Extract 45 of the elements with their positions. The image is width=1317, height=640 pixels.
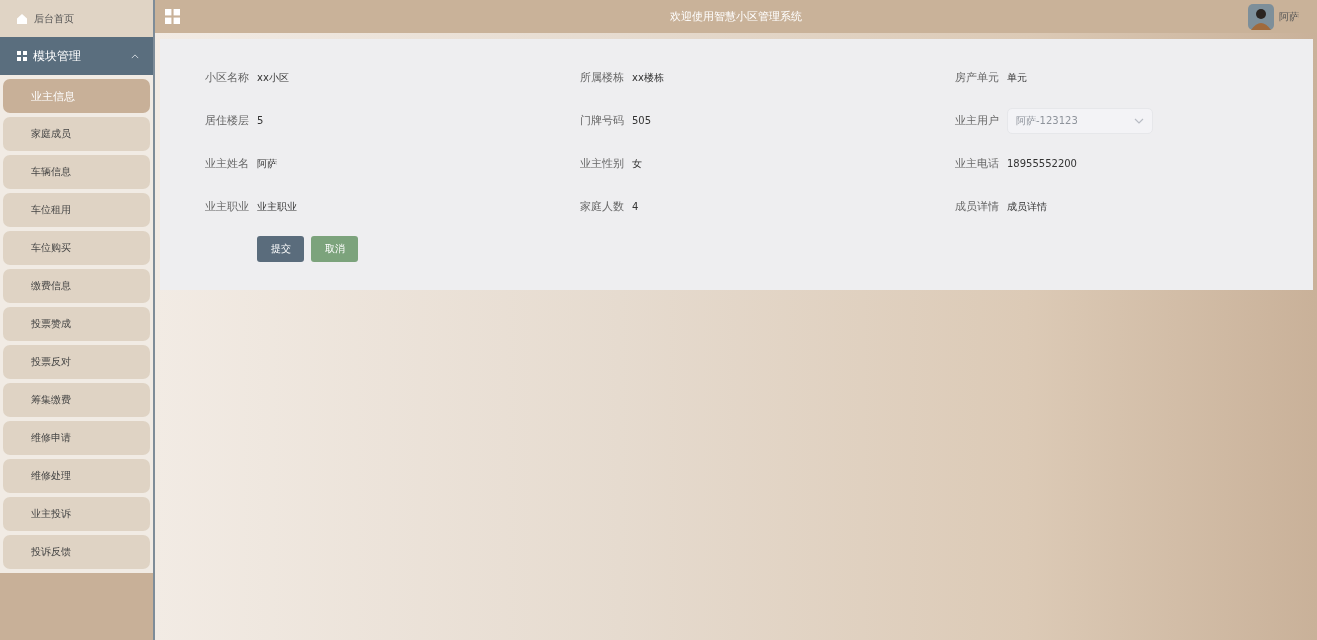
menu-group-header[interactable]: 模块管理 [0,37,153,75]
field-value: 18955552200 [1007,158,1077,169]
field-value: xx小区 [257,70,289,85]
home-icon [16,12,28,25]
field-value: 成员详情 [1007,199,1047,214]
field-label: 成员详情 [955,199,999,214]
avatar-icon[interactable] [1248,3,1274,30]
sidebar-item[interactable]: 投票反对 [3,345,150,379]
field-label: 业主电话 [955,156,999,171]
field-value: 505 [632,115,652,126]
sidebar-item[interactable]: 车位租用 [3,193,150,227]
page-title: 欢迎使用智慧小区管理系统 [670,9,802,24]
field-value: 4 [632,201,639,212]
field-label: 门牌号码 [580,113,624,128]
sidebar-item[interactable]: 缴费信息 [3,269,150,303]
sidebar-item[interactable]: 筹集缴费 [3,383,150,417]
user-name[interactable]: 阿萨 [1279,9,1299,24]
sidebar-item[interactable]: 车位购买 [3,231,150,265]
sidebar-item[interactable]: 投诉反馈 [3,535,150,569]
grid-icon [17,51,27,61]
sidebar-item[interactable]: 业主投诉 [3,497,150,531]
home-menu-item[interactable]: 后台首页 [0,0,153,37]
caret-icon [131,53,139,59]
field-label: 房产单元 [955,70,999,85]
field-label: 小区名称 [205,70,249,85]
sidebar-item[interactable]: 维修申请 [3,421,150,455]
field-label: 业主用户 [955,113,999,128]
field-value: xx楼栋 [632,70,664,85]
field-value: 阿萨 [257,156,277,171]
field-label: 业主职业 [205,199,249,214]
field-value: 女 [632,156,642,171]
field-label: 家庭人数 [580,199,624,214]
sidebar-item[interactable]: 维修处理 [3,459,150,493]
field-value: 5 [257,115,264,126]
field-label: 业主姓名 [205,156,249,171]
field-value: 单元 [1007,70,1027,85]
chevron-down-icon [1134,117,1144,124]
submit-button[interactable]: 提交 [257,236,304,262]
sidebar-item[interactable]: 投票赞成 [3,307,150,341]
sidebar-item[interactable]: 家庭成员 [3,117,150,151]
field-label: 业主性别 [580,156,624,171]
field-label: 居住楼层 [205,113,249,128]
field-label: 所属楼栋 [580,70,624,85]
sidebar-item[interactable]: 车辆信息 [3,155,150,189]
field-value: 业主职业 [257,199,297,214]
